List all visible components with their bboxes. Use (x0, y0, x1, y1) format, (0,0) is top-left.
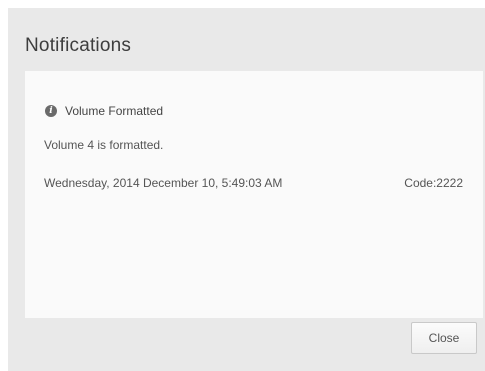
notification-code: Code:2222 (404, 176, 463, 190)
notification-title: Volume Formatted (65, 104, 164, 118)
close-button[interactable]: Close (411, 322, 477, 354)
notification-timestamp: Wednesday, 2014 December 10, 5:49:03 AM (44, 176, 283, 190)
notification-header: i Volume Formatted (45, 104, 163, 118)
info-icon: i (45, 105, 57, 117)
dialog-title: Notifications (25, 35, 132, 56)
notification-panel: i Volume Formatted Volume 4 is formatted… (25, 71, 483, 318)
notifications-dialog: Notifications i Volume Formatted Volume … (8, 8, 485, 371)
notification-message: Volume 4 is formatted. (44, 138, 164, 152)
